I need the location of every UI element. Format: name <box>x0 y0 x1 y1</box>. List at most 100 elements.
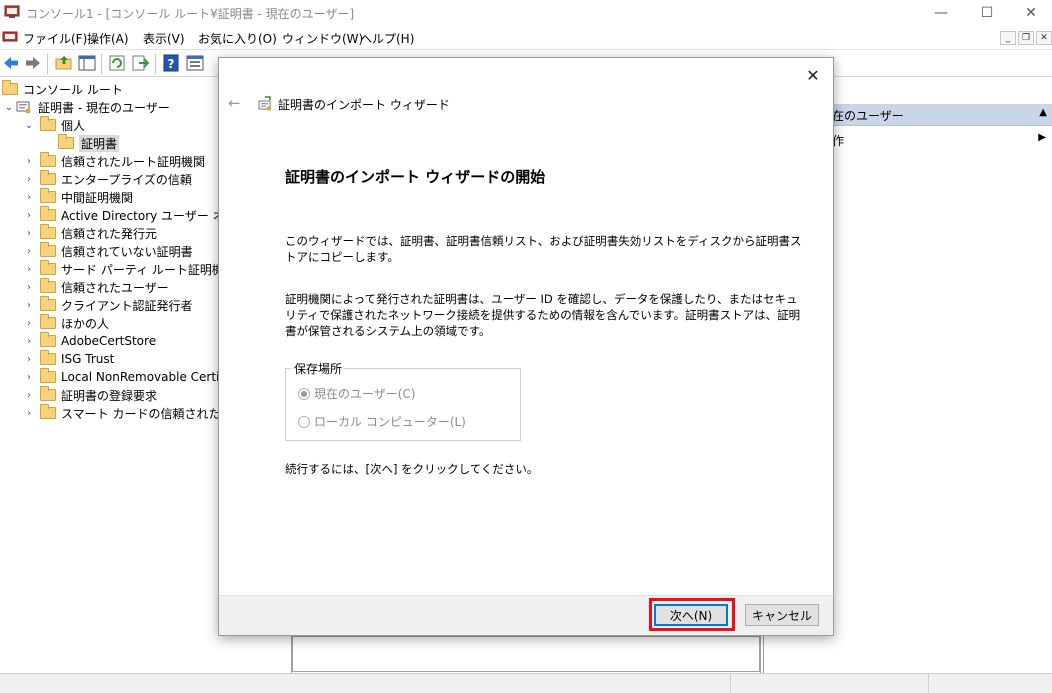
menu-view[interactable]: 表示(V) <box>143 30 185 47</box>
tree-item-label: ISG Trust <box>61 352 115 366</box>
menu-favorites[interactable]: お気に入り(O) <box>198 30 277 47</box>
chevron-right-icon[interactable]: › <box>22 354 36 365</box>
tree-item-label: 信頼されたユーザー <box>61 280 169 295</box>
chevron-right-icon[interactable]: › <box>22 300 36 311</box>
tree-item[interactable]: › 信頼された発行元 <box>22 224 157 242</box>
maximize-icon: ☐ <box>980 5 994 21</box>
local-machine-radio[interactable] <box>298 415 310 428</box>
current-user-option[interactable]: 現在のユーザー(C) <box>298 385 416 402</box>
mdi-close-button[interactable]: ✕ <box>1036 31 1052 45</box>
tree-item[interactable]: › 信頼されたユーザー <box>22 278 169 296</box>
back-arrow-icon[interactable] <box>2 54 20 72</box>
tree-item[interactable]: › AdobeCertStore <box>22 332 156 350</box>
tree-item-label: ほかの人 <box>61 316 110 331</box>
back-arrow-icon[interactable]: ← <box>228 94 241 112</box>
tree-item-personal[interactable]: ⌄ 個人 <box>22 116 85 134</box>
refresh-icon[interactable] <box>108 54 126 72</box>
tree-item-label: 証明書 <box>79 134 120 152</box>
chevron-right-icon[interactable]: › <box>22 318 36 329</box>
dialog-close-button[interactable]: ✕ <box>801 63 825 87</box>
folder-icon <box>40 170 56 185</box>
chevron-right-icon[interactable]: › <box>22 246 36 257</box>
tree-item-label: 証明書 - 現在のユーザー <box>38 100 170 115</box>
folder-icon <box>40 206 56 221</box>
current-user-radio[interactable] <box>298 387 310 400</box>
store-location-label: 保存場所 <box>292 360 345 377</box>
submenu-arrow-icon[interactable]: ▶ <box>1038 132 1046 143</box>
tree-item-console-root[interactable]: コンソール ルート <box>2 80 123 98</box>
tree-item-cert-store[interactable]: ⌄ 証明書 - 現在のユーザー <box>2 98 170 116</box>
svg-text:?: ? <box>168 57 175 71</box>
toolbar-separator <box>47 54 48 74</box>
chevron-right-icon[interactable]: › <box>22 390 36 401</box>
local-machine-option[interactable]: ローカル コンピューター(L) <box>298 413 466 430</box>
chevron-right-icon[interactable]: › <box>22 372 36 383</box>
show-hide-tree-icon[interactable] <box>78 54 96 72</box>
tree-item[interactable]: › クライアント認証発行者 <box>22 296 193 314</box>
forward-arrow-icon[interactable] <box>24 54 42 72</box>
menu-window[interactable]: ウィンドウ(W) <box>282 30 363 47</box>
properties-icon[interactable] <box>186 54 204 72</box>
tree-item-label: サード パーティ ルート証明機関 <box>61 262 236 277</box>
tree-item[interactable]: › ISG Trust <box>22 350 114 368</box>
folder-icon <box>40 404 56 419</box>
folder-icon <box>40 224 56 239</box>
next-button-highlight <box>649 598 735 631</box>
folder-icon <box>40 116 56 131</box>
up-folder-icon[interactable] <box>55 54 73 72</box>
certificate-store-icon <box>16 101 31 114</box>
chevron-right-icon[interactable]: › <box>22 408 36 419</box>
collapse-up-icon[interactable]: ▲ <box>1039 107 1047 118</box>
folder-icon <box>40 152 56 167</box>
folder-icon <box>40 350 56 365</box>
tree-item-label: 個人 <box>61 118 86 133</box>
tree-item[interactable]: › 信頼されたルート証明機関 <box>22 152 205 170</box>
chevron-right-icon[interactable]: › <box>22 156 36 167</box>
tree-item[interactable]: › ほかの人 <box>22 314 109 332</box>
export-list-icon[interactable] <box>131 54 149 72</box>
folder-icon <box>40 260 56 275</box>
toolbar-separator <box>101 54 102 74</box>
cancel-button[interactable]: キャンセル <box>745 604 819 626</box>
folder-icon <box>40 296 56 311</box>
help-icon[interactable]: ? <box>162 54 180 72</box>
actions-header-label: 在のユーザー <box>832 109 904 123</box>
tree-item[interactable]: › エンタープライズの信頼 <box>22 170 192 188</box>
tree-item-label: 信頼された発行元 <box>61 226 158 241</box>
menu-action[interactable]: 操作(A) <box>87 30 129 47</box>
mdi-minimize-button[interactable]: _ <box>1000 31 1016 45</box>
status-bar-divider <box>730 674 731 693</box>
tree-item-label: エンタープライズの信頼 <box>61 172 192 187</box>
console-menu-icon[interactable] <box>2 29 18 45</box>
chevron-right-icon[interactable]: › <box>22 264 36 275</box>
close-button[interactable]: ✕ <box>1008 0 1052 26</box>
wizard-heading: 証明書のインポート ウィザードの開始 <box>285 168 546 186</box>
chevron-right-icon[interactable]: › <box>22 174 36 185</box>
wizard-description: このウィザードでは、証明書、証明書信頼リスト、および証明書失効リストをディスクか… <box>285 234 802 264</box>
title-bar: コンソール1 - [コンソール ルート¥証明書 - 現在のユーザー] — ☐ ✕ <box>0 0 1052 26</box>
maximize-button[interactable]: ☐ <box>964 0 1010 26</box>
chevron-down-icon[interactable]: ⌄ <box>22 120 36 131</box>
tree-item[interactable]: › サード パーティ ルート証明機関 <box>22 260 236 278</box>
chevron-right-icon[interactable]: › <box>22 192 36 203</box>
chevron-right-icon[interactable]: › <box>22 336 36 347</box>
folder-icon <box>40 386 56 401</box>
tree-item-label: コンソール ルート <box>23 82 123 97</box>
chevron-right-icon[interactable]: › <box>22 282 36 293</box>
menu-file[interactable]: ファイル(F) <box>23 30 87 47</box>
chevron-right-icon[interactable]: › <box>22 210 36 221</box>
menu-help[interactable]: ヘルプ(H) <box>360 30 414 47</box>
certificate-wizard-icon <box>258 96 272 111</box>
chevron-right-icon[interactable]: › <box>22 228 36 239</box>
continue-instruction: 続行するには、[次へ] をクリックしてください。 <box>285 462 539 476</box>
tree-item[interactable]: › 中間証明機関 <box>22 188 133 206</box>
menu-bar: ファイル(F) 操作(A) 表示(V) お気に入り(O) ウィンドウ(W) ヘル… <box>0 26 1052 48</box>
tree-item-label: 信頼されたルート証明機関 <box>61 154 206 169</box>
tree-item[interactable]: › 信頼されていない証明書 <box>22 242 193 260</box>
status-bar-divider <box>928 674 929 693</box>
tree-item-certificates[interactable]: 証明書 <box>58 134 120 152</box>
chevron-down-icon[interactable]: ⌄ <box>2 102 16 113</box>
minimize-button[interactable]: — <box>918 0 964 26</box>
tree-item[interactable]: › 証明書の登録要求 <box>22 386 157 404</box>
mdi-restore-button[interactable]: ❐ <box>1018 31 1034 45</box>
